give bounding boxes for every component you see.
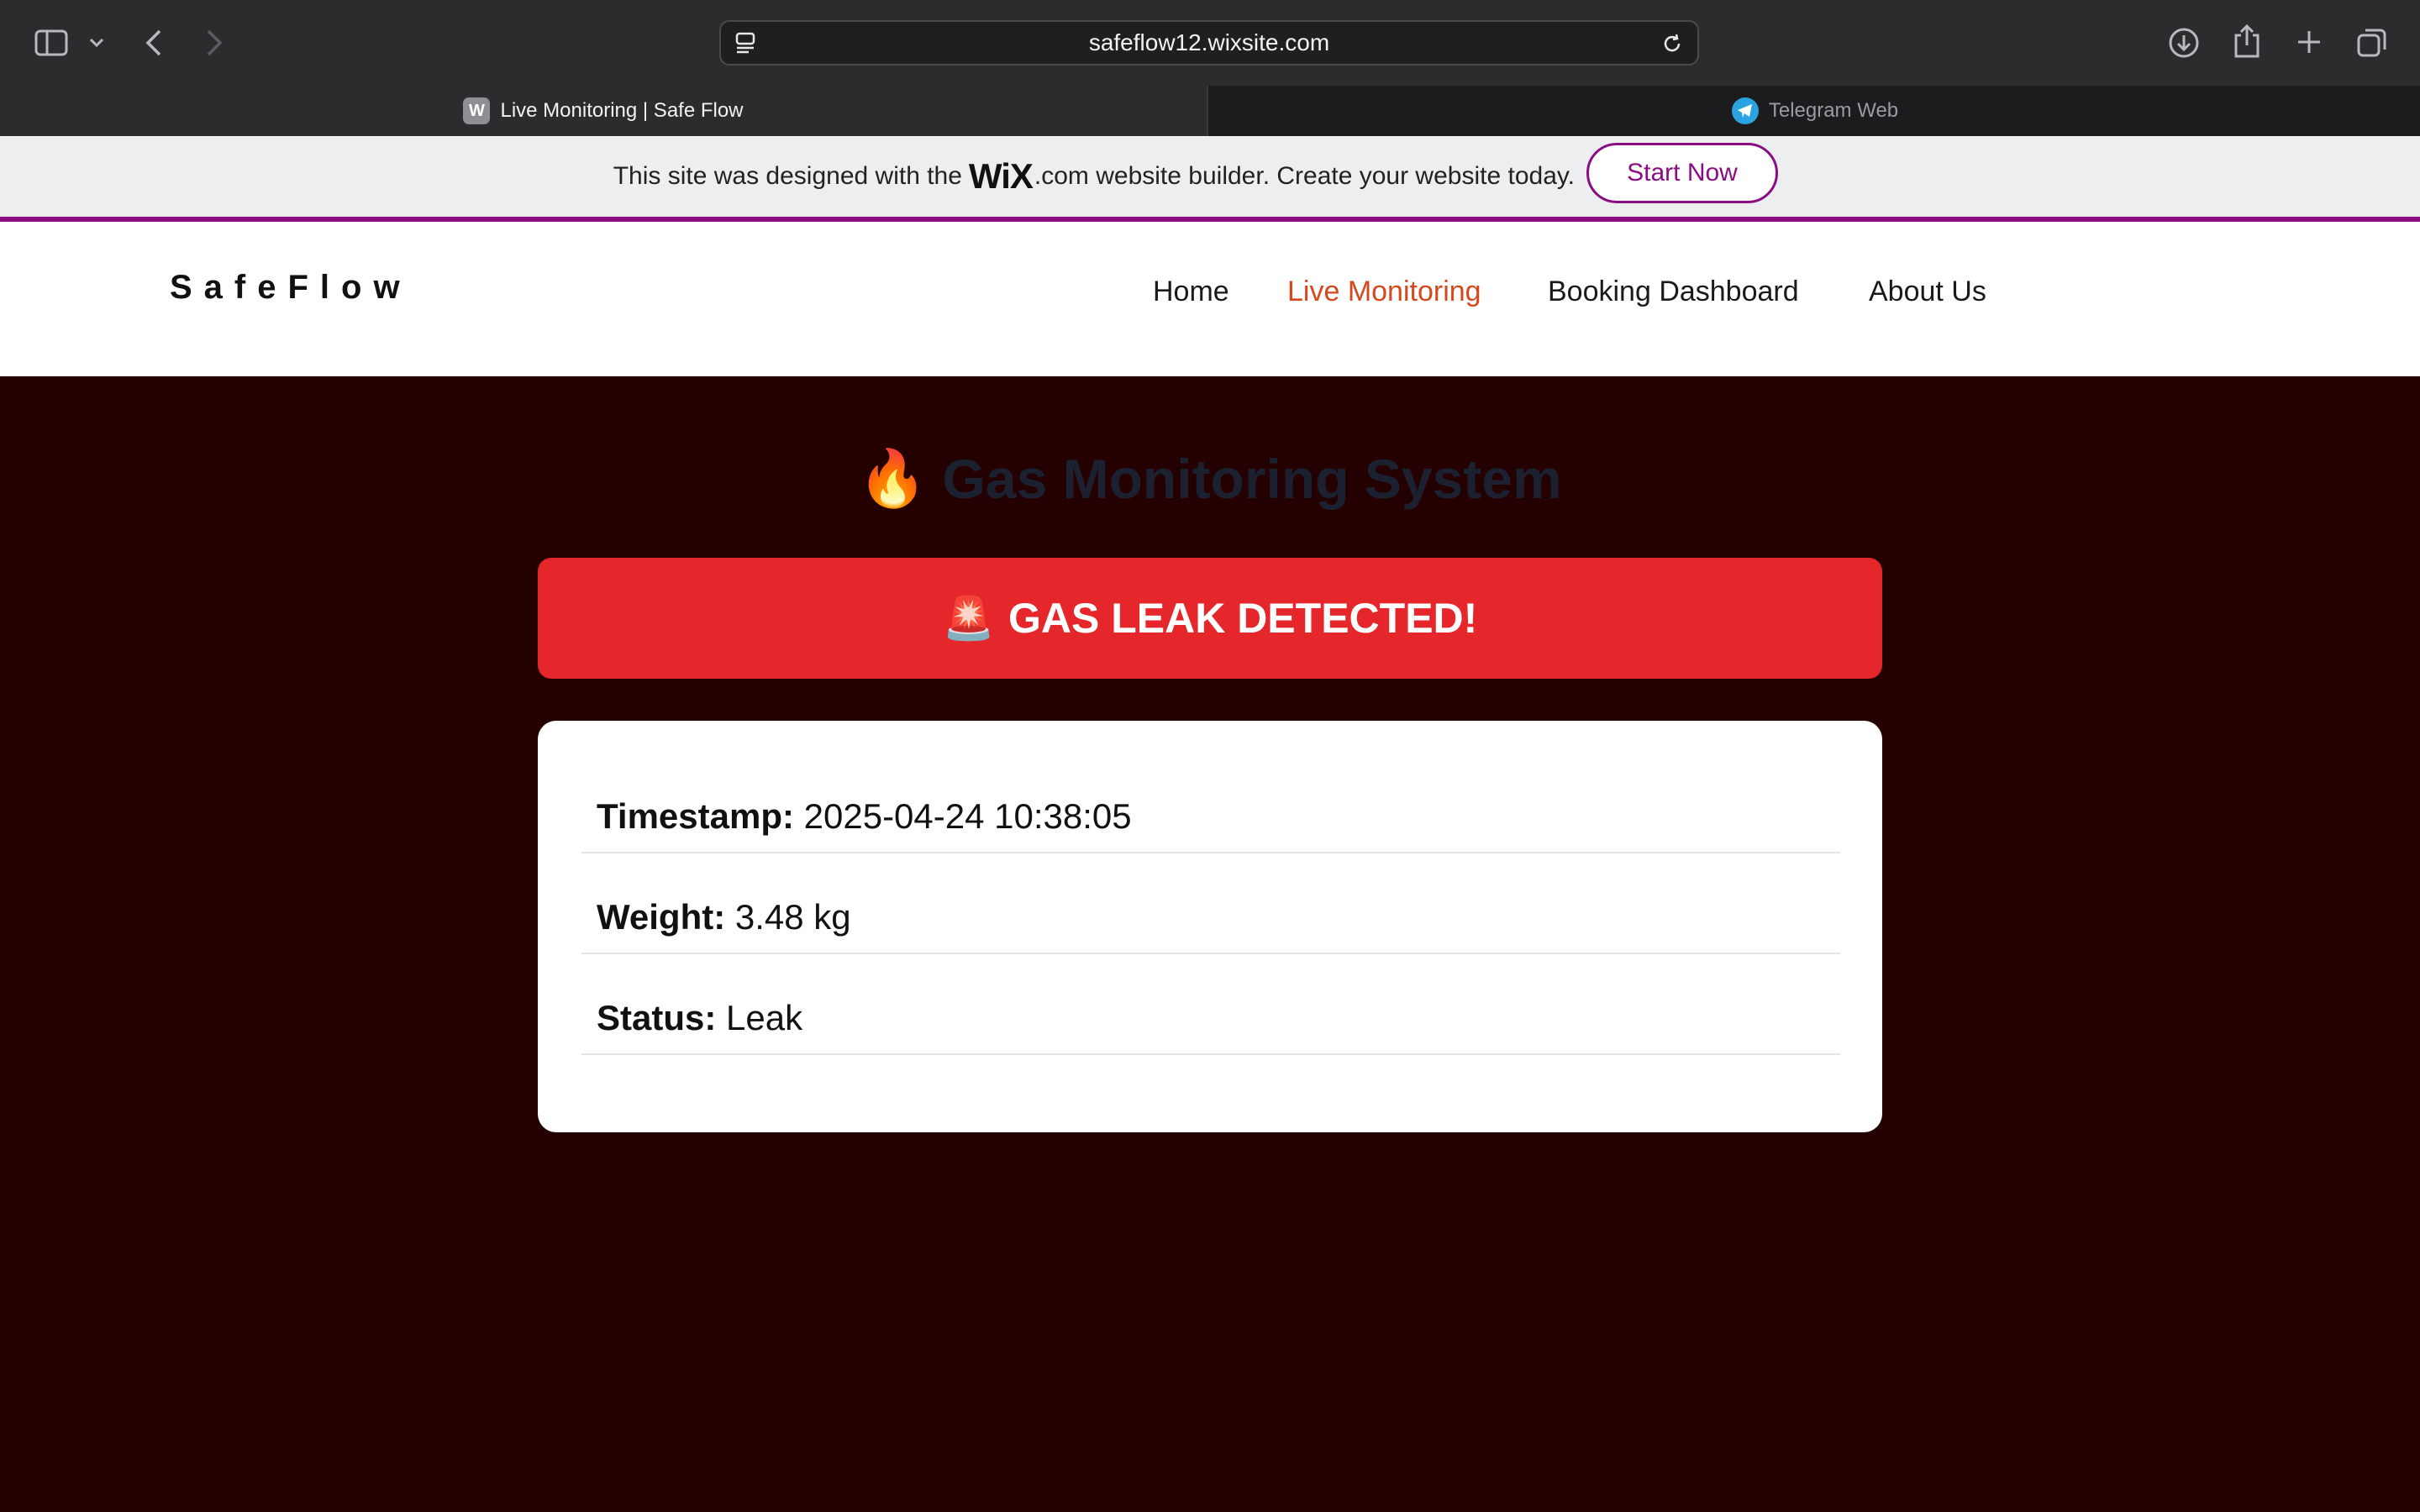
fire-icon: 🔥	[858, 447, 928, 509]
reading-value: 3.48 kg	[734, 897, 851, 937]
reading-label: Weight:	[597, 897, 726, 937]
reading-row-weight: Weight: 3.48 kg	[581, 855, 1840, 954]
url-text: safeflow12.wixsite.com	[1088, 29, 1330, 55]
gas-leak-alert: 🚨 GAS LEAK DETECTED!	[538, 558, 1882, 679]
wix-banner-text-before: This site was designed with the	[613, 162, 962, 190]
browser-toolbar: safeflow12.wixsite.com	[0, 0, 2420, 86]
address-bar[interactable]: safeflow12.wixsite.com	[719, 20, 1699, 66]
sidebar-toggle-icon[interactable]	[32, 27, 71, 59]
chevron-down-icon[interactable]	[86, 30, 108, 55]
reading-row-timestamp: Timestamp: 2025-04-24 10:38:05	[581, 754, 1840, 853]
telegram-favicon-icon	[1731, 97, 1759, 124]
wix-banner-message: This site was designed with the WiX .com…	[0, 136, 1575, 217]
wix-promo-banner: This site was designed with the WiX .com…	[0, 136, 2420, 222]
page-title-text: Gas Monitoring System	[942, 448, 1562, 510]
forward-icon[interactable]	[200, 25, 229, 60]
back-icon[interactable]	[139, 25, 168, 60]
page-title: 🔥 Gas Monitoring System	[0, 445, 2420, 512]
wix-banner-text-after: .com website builder. Create your websit…	[1034, 162, 1575, 190]
share-icon[interactable]	[2230, 22, 2264, 60]
alert-text: GAS LEAK DETECTED!	[1007, 595, 1478, 642]
tab-title: Live Monitoring | Safe Flow	[500, 99, 744, 122]
reading-label: Status:	[597, 998, 717, 1037]
siren-icon: 🚨	[942, 594, 995, 642]
reading-row-status: Status: Leak	[581, 956, 1840, 1055]
download-icon[interactable]	[2166, 25, 2202, 60]
tab-overview-icon[interactable]	[2354, 25, 2390, 60]
reading-label: Timestamp:	[597, 796, 794, 836]
nav-booking-dashboard[interactable]: Booking Dashboard	[1548, 276, 1799, 308]
tab-strip: W Live Monitoring | Safe Flow Telegram W…	[0, 86, 2420, 136]
start-now-button[interactable]: Start Now	[1586, 143, 1778, 203]
nav-home[interactable]: Home	[1153, 276, 1229, 308]
nav-about-us[interactable]: About Us	[1869, 276, 1986, 308]
reading-value: 2025-04-24 10:38:05	[803, 796, 1132, 836]
tab-live-monitoring[interactable]: W Live Monitoring | Safe Flow	[0, 86, 1208, 136]
readings-card: Timestamp: 2025-04-24 10:38:05 Weight: 3…	[538, 721, 1882, 1132]
reading-value: Leak	[726, 998, 803, 1037]
reload-icon[interactable]	[1659, 30, 1686, 57]
tab-title: Telegram Web	[1768, 99, 1899, 122]
wix-logo: WiX	[968, 156, 1034, 196]
tab-telegram-web[interactable]: Telegram Web	[1210, 86, 2420, 136]
site-logo[interactable]: SafeFlow	[170, 269, 412, 307]
wix-favicon-icon: W	[463, 97, 491, 124]
new-tab-icon[interactable]	[2292, 25, 2326, 59]
site-header: SafeFlow Home Live Monitoring Booking Da…	[0, 222, 2420, 376]
nav-live-monitoring[interactable]: Live Monitoring	[1287, 276, 1481, 308]
